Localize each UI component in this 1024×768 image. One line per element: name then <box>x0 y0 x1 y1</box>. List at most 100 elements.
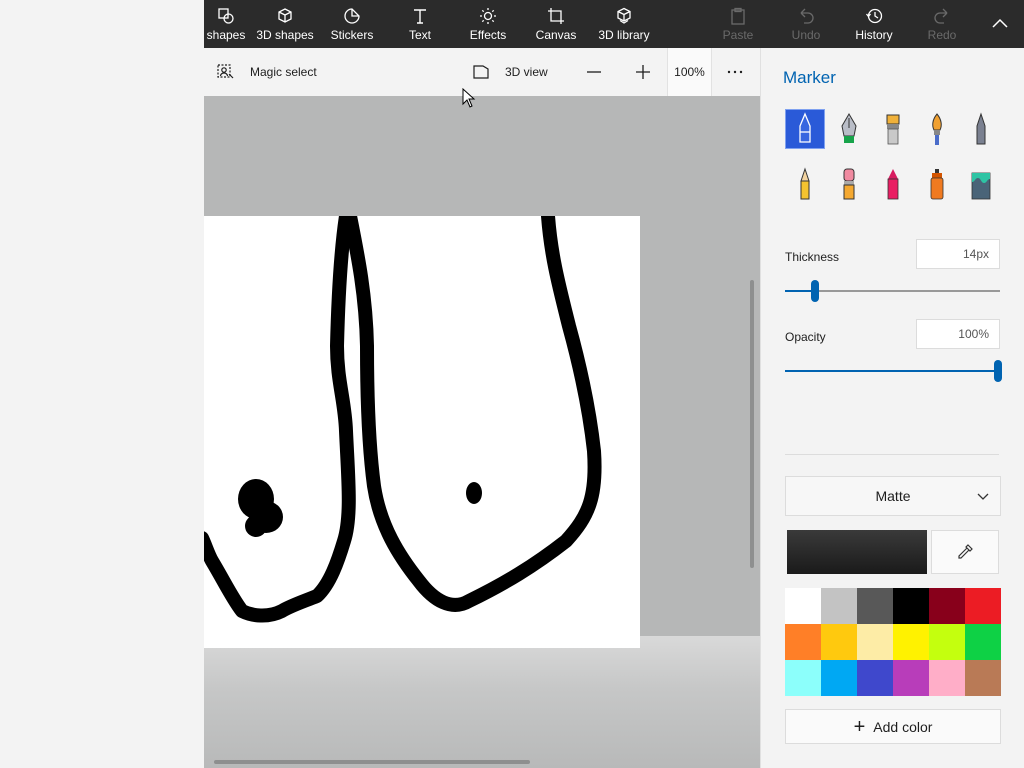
toolbar-label: Text <box>408 28 431 42</box>
toolbar-stickers[interactable]: Stickers <box>328 0 376 48</box>
marker-brush[interactable] <box>785 109 825 149</box>
3d-library-icon <box>617 7 631 24</box>
drawing-canvas[interactable] <box>204 216 640 648</box>
chevron-up-icon <box>992 18 1008 28</box>
calligraphy-pen-icon <box>841 113 857 143</box>
add-color-label: Add color <box>873 718 933 735</box>
fill-bucket-icon <box>971 172 991 200</box>
3d-view-button[interactable]: 3D view <box>472 48 548 96</box>
dot-right <box>466 482 482 504</box>
eraser-brush[interactable] <box>829 164 869 204</box>
toolbar-label: shapes <box>206 28 246 42</box>
color-swatch[interactable] <box>821 588 857 624</box>
history-button[interactable]: History <box>852 0 896 48</box>
color-swatch[interactable] <box>893 624 929 660</box>
color-swatch[interactable] <box>785 624 821 660</box>
collapse-toolbar-button[interactable] <box>984 0 1016 48</box>
cube-icon <box>278 8 292 23</box>
color-swatch[interactable] <box>929 588 965 624</box>
toolbar-3d-library[interactable]: 3D library <box>596 0 652 48</box>
pencil-brush[interactable] <box>785 164 825 204</box>
pixel-pen-brush[interactable] <box>961 109 1001 149</box>
color-swatch[interactable] <box>929 660 965 696</box>
calligraphy-pen-brush[interactable] <box>829 109 869 149</box>
redo-button[interactable]: Redo <box>924 0 960 48</box>
top-toolbar: shapes 3D shapes Stickers Text Effects C… <box>204 0 1024 48</box>
opacity-slider-fill <box>785 370 1000 372</box>
finish-dropdown[interactable]: Matte <box>785 476 1001 516</box>
thickness-slider-thumb[interactable] <box>811 280 819 302</box>
marker-icon <box>799 112 811 143</box>
horizontal-scrollbar[interactable] <box>214 760 530 764</box>
spray-can-brush[interactable] <box>917 164 957 204</box>
color-swatch[interactable] <box>857 624 893 660</box>
color-swatch[interactable] <box>821 660 857 696</box>
paste-button[interactable]: Paste <box>720 0 756 48</box>
sun-effects-icon <box>480 8 496 24</box>
oil-brush[interactable] <box>873 109 913 149</box>
crayon-icon <box>887 169 899 200</box>
history-label: History <box>855 28 893 42</box>
undo-label: Undo <box>791 28 821 42</box>
color-swatch[interactable] <box>821 624 857 660</box>
toolbar-label: Stickers <box>330 28 374 42</box>
canvas-toolbar: Magic select 3D view 100% <box>204 48 760 96</box>
color-swatch[interactable] <box>893 660 929 696</box>
toolbar-3d-shapes[interactable]: 3D shapes <box>254 0 316 48</box>
zoom-out-button[interactable] <box>585 48 603 96</box>
eraser-icon <box>843 168 855 200</box>
thickness-input[interactable]: 14px <box>916 239 1000 269</box>
toolbar-text[interactable]: Text <box>400 0 440 48</box>
plus-icon: + <box>853 715 866 738</box>
vertical-scrollbar[interactable] <box>750 280 754 568</box>
pixel-pen-icon <box>976 112 986 145</box>
magic-select-icon <box>217 64 234 79</box>
toolbar-label: 3D library <box>598 28 650 42</box>
opacity-input[interactable]: 100% <box>916 319 1000 349</box>
toolbar-label: Effects <box>469 28 507 42</box>
toolbar-canvas[interactable]: Canvas <box>534 0 578 48</box>
pencil-icon <box>800 167 810 200</box>
color-swatch[interactable] <box>857 588 893 624</box>
stroke-right-shape <box>343 216 602 612</box>
color-swatch[interactable] <box>893 588 929 624</box>
eyedropper-button[interactable] <box>931 530 999 574</box>
brush-side-panel: Marker Thickness 14px Opacity 100% Matte <box>760 48 1024 768</box>
color-swatch[interactable] <box>965 588 1001 624</box>
more-dots-icon <box>727 70 743 74</box>
more-options-button[interactable] <box>726 48 744 96</box>
color-swatch[interactable] <box>785 588 821 624</box>
eyedropper-icon <box>958 544 973 559</box>
undo-icon <box>800 8 814 24</box>
add-color-button[interactable]: + Add color <box>785 709 1001 744</box>
drawing <box>204 216 602 623</box>
finish-value: Matte <box>875 488 911 504</box>
plus-icon <box>636 65 650 79</box>
toolbar-effects[interactable]: Effects <box>466 0 510 48</box>
current-color-swatch[interactable] <box>787 530 927 574</box>
fill-bucket-brush[interactable] <box>961 164 1001 204</box>
color-palette <box>785 588 1001 696</box>
redo-label: Redo <box>927 28 957 42</box>
crayon-brush[interactable] <box>873 164 913 204</box>
color-swatch[interactable] <box>857 660 893 696</box>
watercolor-brush[interactable] <box>917 109 957 149</box>
opacity-slider-thumb[interactable] <box>994 360 1002 382</box>
color-swatch[interactable] <box>785 660 821 696</box>
magic-select-button[interactable]: Magic select <box>216 48 317 96</box>
toolbar-2d-shapes[interactable]: shapes <box>206 0 246 48</box>
undo-button[interactable]: Undo <box>788 0 824 48</box>
color-swatch[interactable] <box>929 624 965 660</box>
stroke-left-shape <box>204 216 356 623</box>
color-swatch[interactable] <box>965 624 1001 660</box>
zoom-in-button[interactable] <box>634 48 652 96</box>
paste-label: Paste <box>722 28 754 42</box>
redo-icon <box>934 8 948 24</box>
workspace-floor <box>204 636 760 768</box>
canvas-workspace[interactable] <box>204 96 760 768</box>
left-blank-area <box>0 0 204 768</box>
color-swatch[interactable] <box>965 660 1001 696</box>
mouse-pointer-icon <box>462 88 476 108</box>
zoom-level[interactable]: 100% <box>667 48 712 96</box>
history-clock-icon <box>865 8 883 24</box>
